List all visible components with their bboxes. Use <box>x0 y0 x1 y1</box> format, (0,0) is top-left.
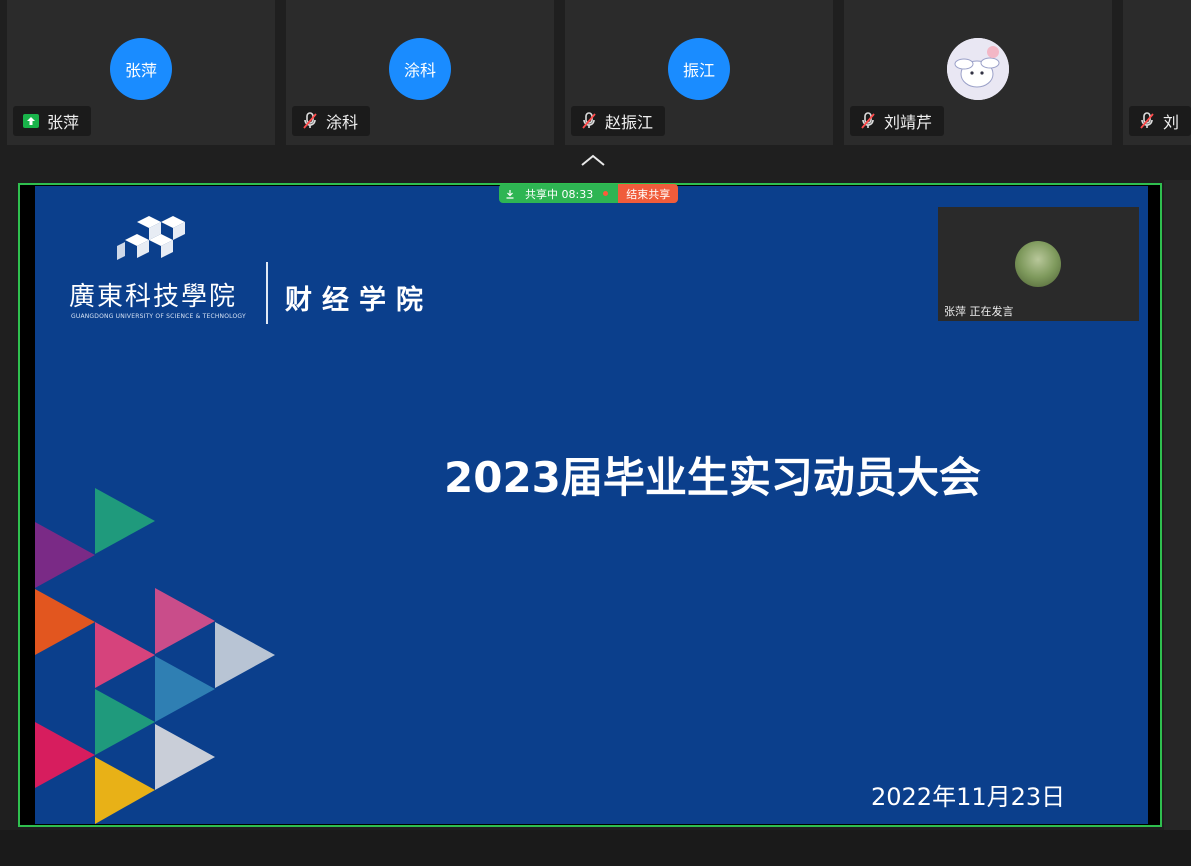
participant-tile[interactable]: 刘 <box>1123 0 1191 145</box>
participant-name: 赵振江 <box>605 113 654 132</box>
sharing-status[interactable]: 共享中 08:33 <box>499 184 619 203</box>
share-toolbar: 共享中 08:33 结束共享 <box>499 184 679 203</box>
participant-tile[interactable]: 振江 赵振江 <box>565 0 833 145</box>
avatar: 涂科 <box>389 38 451 100</box>
school-name: 廣東科技學院 <box>69 282 238 312</box>
speaker-avatar <box>1015 241 1061 287</box>
active-speaker-tile[interactable]: 张萍 正在发言 <box>938 207 1139 321</box>
participant-tile[interactable]: 刘靖芹 <box>844 0 1112 145</box>
participant-tile[interactable]: 涂科 涂科 <box>286 0 554 145</box>
speaker-status: 张萍 正在发言 <box>944 305 1014 318</box>
department-name: 财经学院 <box>285 285 433 316</box>
stop-share-label: 结束共享 <box>626 187 671 201</box>
participant-namebar: 刘靖芹 <box>850 106 945 136</box>
bottom-bar <box>0 830 1191 866</box>
school-logo-icon <box>117 216 185 260</box>
mic-muted-icon <box>1139 112 1155 130</box>
avatar: 张萍 <box>110 38 172 100</box>
participant-namebar: 张萍 <box>13 106 92 136</box>
recording-dot-icon <box>603 191 609 196</box>
mic-muted-icon <box>860 112 876 130</box>
participant-name: 刘靖芹 <box>884 113 933 132</box>
mic-muted-icon <box>581 112 597 130</box>
participant-namebar: 涂科 <box>292 106 371 136</box>
slide-date: 2022年11月23日 <box>871 783 1066 811</box>
avatar <box>947 38 1009 100</box>
participant-name: 涂科 <box>326 113 359 132</box>
sharing-timer: 共享中 08:33 <box>525 187 594 201</box>
right-edge-panel <box>1164 180 1191 830</box>
mic-muted-icon <box>302 112 318 130</box>
participant-name: 张萍 <box>47 113 80 132</box>
avatar: 振江 <box>668 38 730 100</box>
stop-share-button[interactable]: 结束共享 <box>618 184 679 203</box>
slide-title: 2023届毕业生实习动员大会 <box>444 453 981 502</box>
chevron-up-icon <box>581 154 605 166</box>
participant-tile[interactable]: 张萍 张萍 <box>7 0 275 145</box>
cartoon-avatar-icon <box>947 38 1009 100</box>
logo-divider <box>266 262 268 324</box>
screen-share-icon <box>23 114 39 128</box>
school-english-name: GUANGDONG UNIVERSITY OF SCIENCE & TECHNO… <box>71 313 246 320</box>
participant-namebar: 赵振江 <box>571 106 666 136</box>
participant-name: 刘 <box>1163 113 1180 132</box>
collapse-strip-button[interactable] <box>580 150 606 170</box>
participant-namebar: 刘 <box>1129 106 1191 136</box>
participant-strip: 张萍 张萍 涂科 涂科 振江 赵振江 刘靖芹 刘 <box>0 0 1191 147</box>
download-icon <box>506 189 514 199</box>
